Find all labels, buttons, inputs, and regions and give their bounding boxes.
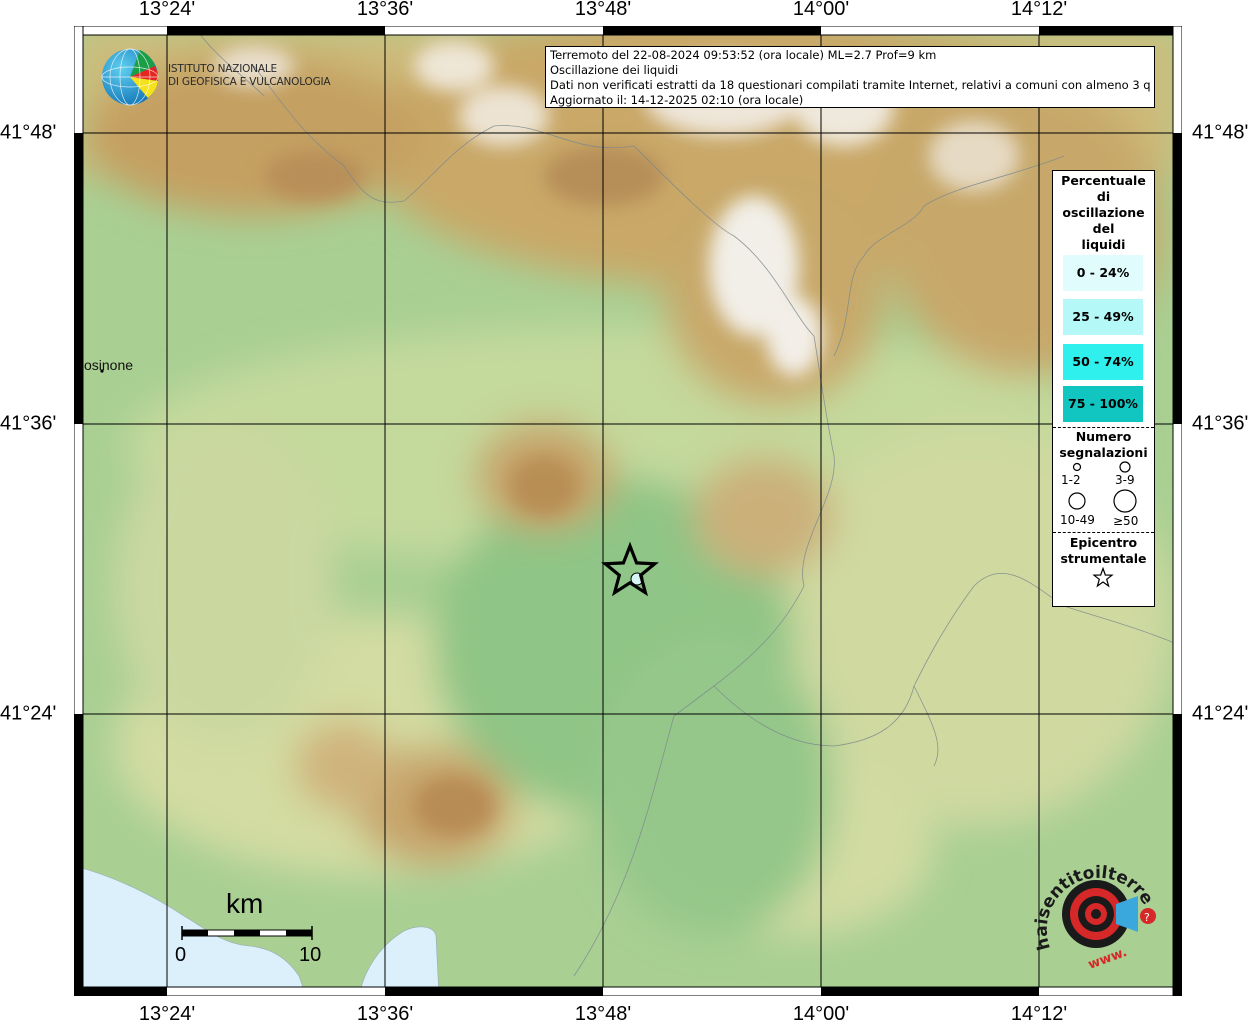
lon-label-top: 13°24' [138,0,196,20]
circle-medium-icon [1119,461,1131,473]
haisentito-logo-icon: ? haisentitoilterremoto.it www. [1030,852,1157,973]
lon-label-top: 14°00' [792,0,850,20]
legend-divider [1053,427,1154,428]
city-label: osinone [84,357,134,373]
terrain-map [74,26,1182,996]
lat-label-left: 41°36' [0,412,57,435]
lon-label-bottom: 13°36' [356,1003,414,1025]
lat-label-right: 41°36' [1192,412,1249,435]
circle-xlarge-icon [1113,489,1137,513]
lon-label-top: 14°12' [1010,0,1068,20]
lon-label-bottom: 13°24' [138,1003,196,1025]
legend-class-1: 25 - 49% [1063,299,1143,335]
circle-large-icon [1068,492,1086,510]
ingv-globe-icon [101,48,159,106]
legend-class-0: 0 - 24% [1063,255,1143,291]
count-label: 3-9 [1115,473,1135,487]
legend-star-icon [1092,567,1114,588]
scale-bar-title: km [226,888,264,919]
lon-label-bottom: 14°00' [792,1003,850,1025]
legend-epicenter-title: Epicentro strumentale [1060,535,1147,566]
event-info-box: Terremoto del 22-08-2024 09:53:52 (ora l… [545,46,1155,108]
lat-label-left: 41°48' [0,121,57,144]
lon-label-top: 13°36' [356,0,414,20]
svg-text:?: ? [1144,911,1150,924]
event-title: Terremoto del 22-08-2024 09:53:52 (ora l… [550,48,937,62]
lat-label-right: 41°24' [1192,702,1249,725]
map-subject: Oscillazione dei liquidi [550,63,679,77]
legend-title: Percentuale di oscillazione del liquidi [1061,173,1146,252]
map-canvas[interactable] [74,26,1182,996]
scale-bar-min: 0 [175,944,187,966]
legend-count-title: Numero segnalazioni [1059,429,1148,460]
update-time: Aggiornato il: 14-12-2025 02:10 (ora loc… [550,93,804,107]
circle-small-icon [1072,462,1082,472]
legend-class-3: 75 - 100% [1063,386,1143,422]
scale-bar-max: 10 [299,944,322,966]
count-label: ≥50 [1113,514,1139,528]
lat-label-right: 41°48' [1192,121,1249,144]
legend-panel: Percentuale di oscillazione del liquidi … [1052,170,1155,607]
data-note: Dati non verificati estratti da 18 quest… [550,78,1150,92]
count-label: 1-2 [1061,473,1081,487]
count-label: 10-49 [1060,513,1095,527]
legend-class-2: 50 - 74% [1063,344,1143,380]
legend-divider [1053,532,1154,533]
svg-text:www.: www. [1086,945,1129,973]
lon-label-bottom: 14°12' [1010,1003,1068,1025]
ingv-logo-text: ISTITUTO NAZIONALE DI GEOFISICA E VULCAN… [168,63,331,88]
lon-label-top: 13°48' [574,0,632,20]
lon-label-bottom: 13°48' [574,1003,632,1025]
lat-label-left: 41°24' [0,702,57,725]
